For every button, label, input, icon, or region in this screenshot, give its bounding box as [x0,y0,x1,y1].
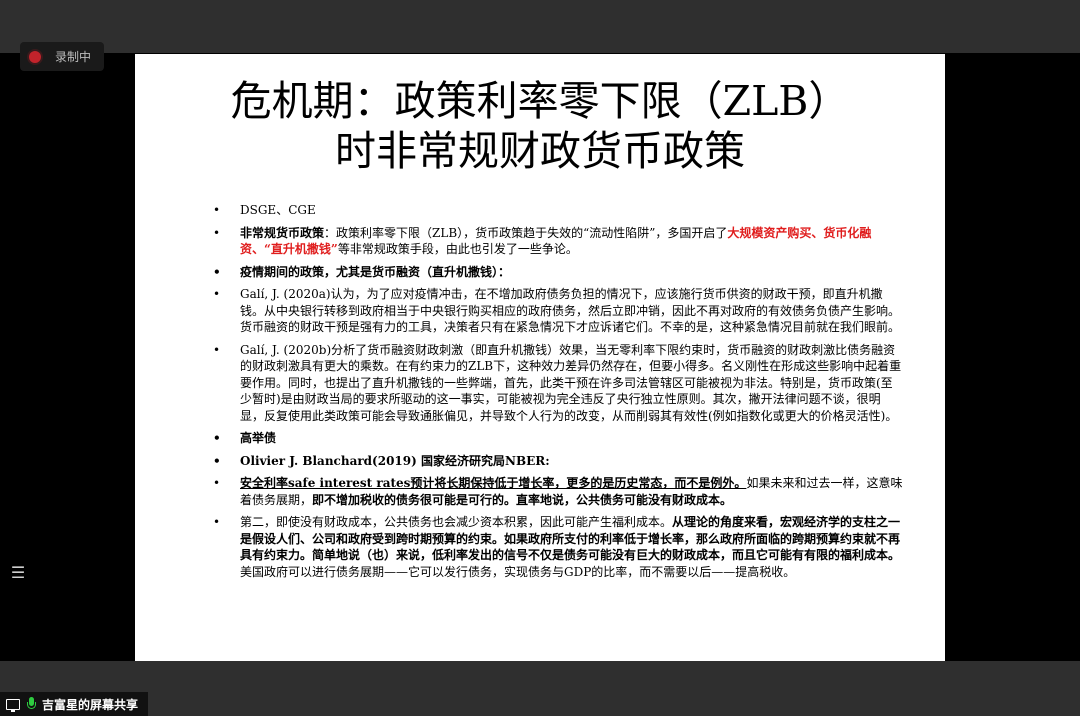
bullet-text: DSGE、CGE [240,203,316,217]
slide-title: 危机期：政策利率零下限（ZLB） 时非常规财政货币政策 [135,76,945,176]
bullet-marker: • [213,453,221,468]
bullet-text: Olivier J. Blanchard(2019) 国家经济研究局NBER: [240,453,550,468]
bullet-item-2: • 非常规货币政策：政策利率零下限（ZLB），货币政策趋于失效的“流动性陷阱”，… [213,225,903,258]
bullet-marker: • [213,264,221,279]
screen-share-indicator[interactable]: 吉富星的屏幕共享 [0,692,148,716]
bullet-text-tail: 等非常规政策手段，由此也引发了一些争论。 [337,242,578,256]
bullet-marker: • [213,203,221,217]
bullet-text: Galí, J. (2020a)认为，为了应对疫情冲击，在不增加政府债务负担的情… [240,287,901,334]
bullet-marker: • [213,431,221,445]
screen-share-icon [6,698,20,712]
bottom-toolbar [0,661,1080,716]
bullet-item-9: • 第二，即使没有财政成本，公共债务也会减少资本积累，因此可能产生福利成本。从理… [213,514,903,580]
bullet-marker: • [213,515,221,529]
bullet-text-tail: 美国政府可以进行债务展期——它可以发行债务，实现债务与GDP的比率，而不需要以后… [240,564,796,579]
bullet-text: 第二，即使没有财政成本，公共债务也会减少资本积累，因此可能产生福利成本。 [240,515,673,529]
slide-content: • DSGE、CGE • 非常规货币政策：政策利率零下限（ZLB），货币政策趋于… [213,202,903,586]
shared-slide: 危机期：政策利率零下限（ZLB） 时非常规财政货币政策 • DSGE、CGE •… [135,54,945,661]
bullet-heading: 非常规货币政策 [240,225,325,240]
bullet-item-8: • 安全利率safe interest rates预计将长期保持低于增长率，更多… [213,475,903,508]
bullet-item-1: • DSGE、CGE [213,202,903,219]
recording-indicator[interactable]: 录制中 [20,42,104,71]
slide-title-line-2: 时非常规财政货币政策 [335,127,745,175]
bullet-marker: • [213,225,221,240]
record-icon [29,50,41,63]
bullet-text: Galí, J. (2020b)分析了货币融资财政刺激（即直升机撒钱）效果，当无… [240,342,902,423]
bullet-text: 疫情期间的政策，尤其是货币融资（直升机撒钱）： [240,264,511,279]
bullet-marker: • [213,287,221,301]
bullet-item-7: • Olivier J. Blanchard(2019) 国家经济研究局NBER… [213,453,903,470]
recording-label: 录制中 [55,50,92,64]
bullet-item-4: • Galí, J. (2020a)认为，为了应对疫情冲击，在不增加政府债务负担… [213,286,903,336]
list-menu-icon[interactable]: ☰ [8,563,28,583]
bullet-item-3: • 疫情期间的政策，尤其是货币融资（直升机撒钱）： [213,264,903,281]
microphone-icon [26,697,36,711]
bullet-text: 高举债 [240,431,277,445]
bullet-marker: • [213,476,221,490]
slide-title-line-1: 危机期：政策利率零下限（ZLB） [230,77,850,125]
bullet-item-5: • Galí, J. (2020b)分析了货币融资财政刺激（即直升机撒钱）效果，… [213,342,903,425]
underlined-text: 安全利率safe interest rates预计将长期保持低于增长率，更多的是… [240,476,747,490]
bold-text: 即不增加税收的债务很可能是可行的。直率地说，公共债务可能没有财政成本。 [312,492,733,507]
top-toolbar [0,0,1080,53]
screen-share-label: 吉富星的屏幕共享 [42,697,139,712]
bullet-item-6: • 高举债 [213,430,903,447]
bullet-text: ：政策利率零下限（ZLB），货币政策趋于失效的“流动性陷阱”，多国开启了 [324,225,728,240]
bullet-marker: • [213,342,221,357]
